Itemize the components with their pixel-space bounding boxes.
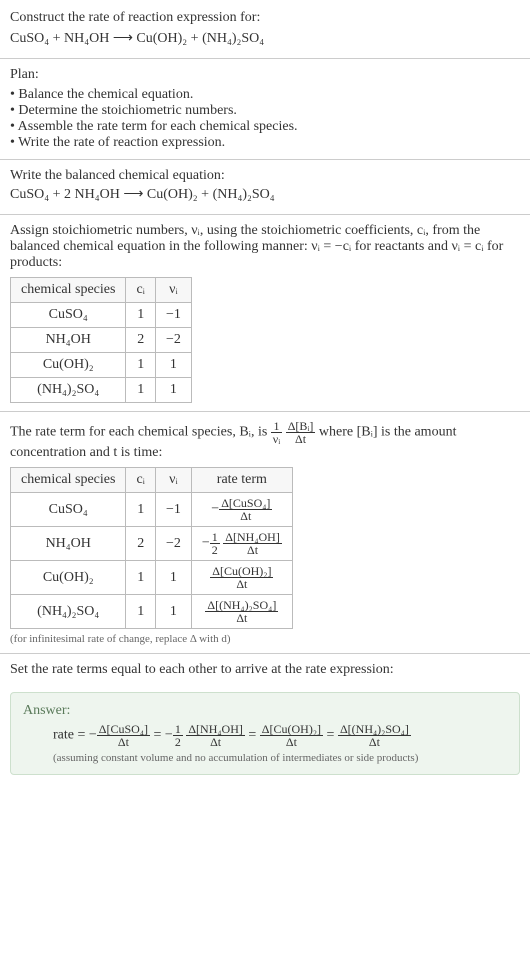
cell-species: CuSO₄	[11, 493, 126, 527]
col-rate: rate term	[191, 468, 292, 493]
plan-item: Balance the chemical equation.	[10, 87, 520, 103]
rateterm-note: (for infinitesimal rate of change, repla…	[10, 633, 520, 645]
rate-frac: Δ[CuSO₄]Δt	[219, 497, 272, 522]
cell-c: 1	[126, 595, 156, 629]
ans-frac: Δ[NH₄OH]Δt	[186, 723, 245, 748]
balanced-section: Write the balanced chemical equation: Cu…	[0, 160, 530, 215]
rate-frac: Δ[NH₄OH]Δt	[223, 531, 282, 556]
ans-coef: 12	[173, 723, 183, 748]
cell-c: 1	[126, 353, 156, 378]
cell-species: CuSO₄	[11, 303, 126, 328]
table-row: (NH₄)₂SO₄ 1 1	[11, 378, 192, 403]
cell-species: NH₄OH	[11, 328, 126, 353]
stoich-section: Assign stoichiometric numbers, νᵢ, using…	[0, 215, 530, 412]
cell-species: (NH₄)₂SO₄	[11, 378, 126, 403]
answer-label: Answer:	[23, 703, 507, 719]
cell-species: NH₄OH	[11, 527, 126, 561]
cell-c: 1	[126, 378, 156, 403]
rate-frac: Δ[Cu(OH)₂]Δt	[210, 565, 273, 590]
cell-rate: −Δ[CuSO₄]Δt	[191, 493, 292, 527]
plan-item: Determine the stoichiometric numbers.	[10, 103, 520, 119]
rateterm-frac1: 1νᵢ	[271, 420, 282, 445]
cell-c: 1	[126, 493, 156, 527]
plan-item: Write the rate of reaction expression.	[10, 135, 520, 151]
plan-section: Plan: Balance the chemical equation. Det…	[0, 59, 530, 160]
plan-item: Assemble the rate term for each chemical…	[10, 119, 520, 135]
cell-v: −2	[155, 527, 191, 561]
ans-frac: Δ[Cu(OH)₂]Δt	[260, 723, 323, 748]
final-section: Set the rate terms equal to each other t…	[0, 654, 530, 686]
cell-species: Cu(OH)₂	[11, 353, 126, 378]
table-row: Cu(OH)₂ 1 1 Δ[Cu(OH)₂]Δt	[11, 561, 293, 595]
stoich-table: chemical species cᵢ νᵢ CuSO₄ 1 −1 NH₄OH …	[10, 277, 192, 403]
ans-frac: Δ[CuSO₄]Δt	[97, 723, 150, 748]
plan-list: Balance the chemical equation. Determine…	[10, 87, 520, 151]
col-species: chemical species	[11, 468, 126, 493]
prompt-section: Construct the rate of reaction expressio…	[0, 0, 530, 59]
cell-c: 2	[126, 328, 156, 353]
prompt-line1: Construct the rate of reaction expressio…	[10, 8, 520, 28]
answer-note: (assuming constant volume and no accumul…	[23, 752, 507, 764]
cell-species: (NH₄)₂SO₄	[11, 595, 126, 629]
rate-prefix: −	[202, 536, 210, 551]
table-row: NH₄OH 2 −2	[11, 328, 192, 353]
rate-prefix: −	[211, 502, 219, 517]
table-row: CuSO₄ 1 −1	[11, 303, 192, 328]
cell-c: 2	[126, 527, 156, 561]
cell-v: −2	[155, 328, 191, 353]
rate-frac: Δ[(NH₄)₂SO₄]Δt	[205, 599, 278, 624]
cell-rate: Δ[(NH₄)₂SO₄]Δt	[191, 595, 292, 629]
answer-expression: rate = −Δ[CuSO₄]Δt = −12 Δ[NH₄OH]Δt = Δ[…	[23, 723, 507, 748]
cell-species: Cu(OH)₂	[11, 561, 126, 595]
cell-v: 1	[155, 378, 191, 403]
prompt-equation: CuSO₄ + NH₄OH ⟶ Cu(OH)₂ + (NH₄)₂SO₄	[10, 28, 520, 50]
col-v: νᵢ	[155, 278, 191, 303]
col-c: cᵢ	[126, 278, 156, 303]
cell-v: −1	[155, 493, 191, 527]
balanced-equation: CuSO₄ + 2 NH₄OH ⟶ Cu(OH)₂ + (NH₄)₂SO₄	[10, 184, 520, 206]
final-heading: Set the rate terms equal to each other t…	[10, 662, 520, 678]
rate-label: rate =	[53, 728, 89, 743]
cell-c: 1	[126, 303, 156, 328]
table-header-row: chemical species cᵢ νᵢ	[11, 278, 192, 303]
plan-heading: Plan:	[10, 67, 520, 83]
rateterm-text: The rate term for each chemical species,…	[10, 420, 520, 461]
cell-v: −1	[155, 303, 191, 328]
balanced-heading: Write the balanced chemical equation:	[10, 168, 520, 184]
col-species: chemical species	[11, 278, 126, 303]
table-row: (NH₄)₂SO₄ 1 1 Δ[(NH₄)₂SO₄]Δt	[11, 595, 293, 629]
col-v: νᵢ	[155, 468, 191, 493]
cell-rate: −12 Δ[NH₄OH]Δt	[191, 527, 292, 561]
table-row: CuSO₄ 1 −1 −Δ[CuSO₄]Δt	[11, 493, 293, 527]
cell-c: 1	[126, 561, 156, 595]
cell-v: 1	[155, 561, 191, 595]
cell-v: 1	[155, 353, 191, 378]
cell-rate: Δ[Cu(OH)₂]Δt	[191, 561, 292, 595]
answer-box: Answer: rate = −Δ[CuSO₄]Δt = −12 Δ[NH₄OH…	[10, 692, 520, 775]
col-c: cᵢ	[126, 468, 156, 493]
ans-frac: Δ[(NH₄)₂SO₄]Δt	[338, 723, 411, 748]
table-row: NH₄OH 2 −2 −12 Δ[NH₄OH]Δt	[11, 527, 293, 561]
rateterm-table: chemical species cᵢ νᵢ rate term CuSO₄ 1…	[10, 467, 293, 629]
rateterm-frac2: Δ[Bᵢ]Δt	[286, 420, 316, 445]
table-row: Cu(OH)₂ 1 1	[11, 353, 192, 378]
table-header-row: chemical species cᵢ νᵢ rate term	[11, 468, 293, 493]
rateterm-section: The rate term for each chemical species,…	[0, 412, 530, 654]
rate-coef: 12	[210, 531, 220, 556]
rateterm-text-before: The rate term for each chemical species,…	[10, 425, 271, 440]
stoich-text: Assign stoichiometric numbers, νᵢ, using…	[10, 223, 520, 271]
cell-v: 1	[155, 595, 191, 629]
